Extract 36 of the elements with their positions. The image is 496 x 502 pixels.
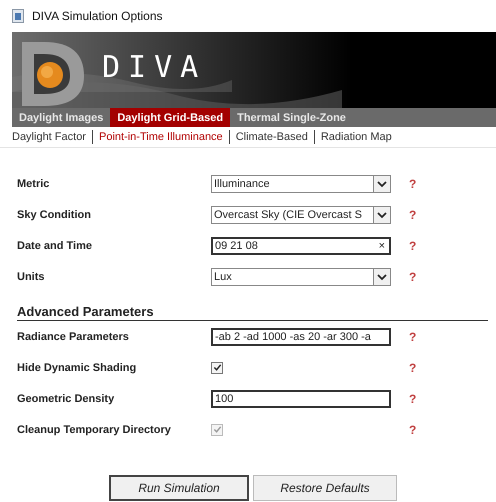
- dropdown[interactable]: Overcast Sky (CIE Overcast S: [211, 206, 391, 224]
- field-label: Metric: [17, 178, 50, 190]
- window-icon: [12, 9, 24, 23]
- logo-text: DIVA: [102, 50, 206, 85]
- clear-button[interactable]: ×: [374, 240, 389, 252]
- field-label: Hide Dynamic Shading: [17, 362, 138, 374]
- field-label: Units: [17, 270, 46, 282]
- dropdown[interactable]: Lux: [211, 268, 391, 286]
- help-icon[interactable]: ?: [409, 360, 416, 374]
- field-label: Geometric Density: [17, 392, 116, 404]
- section-heading: Advanced Parameters: [17, 304, 488, 321]
- field-label: Date and Time: [17, 240, 93, 252]
- tab[interactable]: Daylight Images: [12, 108, 110, 127]
- action-button[interactable]: Run Simulation: [109, 475, 249, 501]
- help-icon[interactable]: ?: [409, 330, 416, 344]
- subtab-link[interactable]: Radiation Map: [320, 131, 398, 143]
- window-title: DIVA Simulation Options: [32, 9, 163, 23]
- input-field[interactable]: -ab 2 -ad 1000 -as 20 -ar 300 -a: [211, 328, 391, 346]
- input-field[interactable]: 09 21 08 ×: [211, 236, 391, 254]
- input-field[interactable]: 100: [211, 390, 391, 408]
- field-label: Sky Condition: [17, 208, 92, 220]
- subtab-link[interactable]: Point-in-Time Illuminance: [98, 131, 229, 143]
- tab[interactable]: Thermal Single-Zone: [230, 108, 353, 127]
- help-icon[interactable]: ?: [409, 392, 416, 406]
- help-icon[interactable]: ?: [409, 208, 416, 222]
- help-icon[interactable]: ?: [409, 176, 416, 190]
- field-label: Cleanup Temporary Directory: [17, 424, 172, 436]
- tab[interactable]: Daylight Grid-Based: [110, 108, 230, 127]
- help-icon[interactable]: ?: [409, 270, 416, 284]
- field-label: Radiance Parameters: [17, 330, 130, 342]
- checkbox[interactable]: [211, 362, 223, 374]
- subtab-link[interactable]: Climate-Based: [236, 131, 314, 143]
- action-button[interactable]: Restore Defaults: [253, 475, 397, 501]
- subtab-link[interactable]: Daylight Factor: [12, 131, 92, 143]
- help-icon[interactable]: ?: [409, 238, 416, 252]
- dropdown[interactable]: Illuminance: [211, 174, 391, 192]
